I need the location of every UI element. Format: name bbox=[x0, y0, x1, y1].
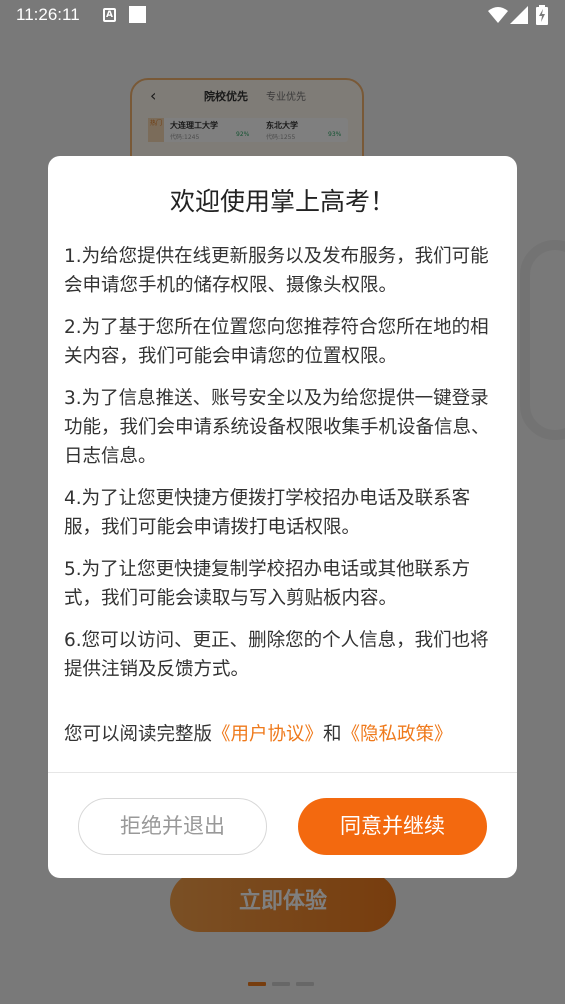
reject-exit-button[interactable]: 拒绝并退出 bbox=[78, 798, 267, 855]
permission-paragraph: 6.您可以访问、更正、删除您的个人信息，我们也将提供注销及反馈方式。 bbox=[64, 630, 489, 680]
permission-paragraph: 2.为了基于您所在位置您向您推荐符合您所在地的相关内容，我们可能会申请您的位置权… bbox=[64, 317, 489, 367]
conjunction-text: 和 bbox=[323, 724, 342, 745]
dialog-body: 1.为给您提供在线更新服务以及发布服务，我们可能会申请您手机的储存权限、摄像头权… bbox=[64, 242, 504, 697]
permission-paragraph: 1.为给您提供在线更新服务以及发布服务，我们可能会申请您手机的储存权限、摄像头权… bbox=[64, 246, 489, 296]
agree-continue-button[interactable]: 同意并继续 bbox=[298, 798, 487, 855]
read-prefix: 您可以阅读完整版 bbox=[64, 724, 213, 745]
permission-paragraph: 3.为了信息推送、账号安全以及为给您提供一键登录功能，我们会申请系统设备权限收集… bbox=[64, 388, 490, 467]
notification-square-icon bbox=[129, 6, 146, 23]
notification-a-icon: A bbox=[103, 8, 116, 22]
privacy-dialog: 欢迎使用掌上高考！ 1.为给您提供在线更新服务以及发布服务，我们可能会申请您手机… bbox=[48, 156, 517, 878]
status-bar: 11:26:11 A bbox=[0, 0, 565, 32]
dialog-title: 欢迎使用掌上高考！ bbox=[169, 187, 395, 216]
permission-paragraph: 4.为了让您更快捷方便拨打学校招办电话及联系客服，我们可能会申请拨打电话权限。 bbox=[64, 488, 471, 538]
divider bbox=[48, 772, 517, 773]
permission-paragraph: 5.为了让您更快捷复制学校招办电话或其他联系方式，我们可能会读取与写入剪贴板内容… bbox=[64, 559, 471, 609]
signal-icon bbox=[510, 6, 528, 24]
privacy-policy-link[interactable]: 《隐私政策》 bbox=[342, 724, 453, 745]
agreement-links: 您可以阅读完整版《用户协议》和《隐私政策》 bbox=[64, 720, 453, 746]
status-time: 11:26:11 bbox=[16, 5, 80, 24]
wifi-icon bbox=[488, 7, 508, 23]
user-agreement-link[interactable]: 《用户协议》 bbox=[212, 724, 323, 745]
battery-charging-icon bbox=[536, 5, 548, 25]
